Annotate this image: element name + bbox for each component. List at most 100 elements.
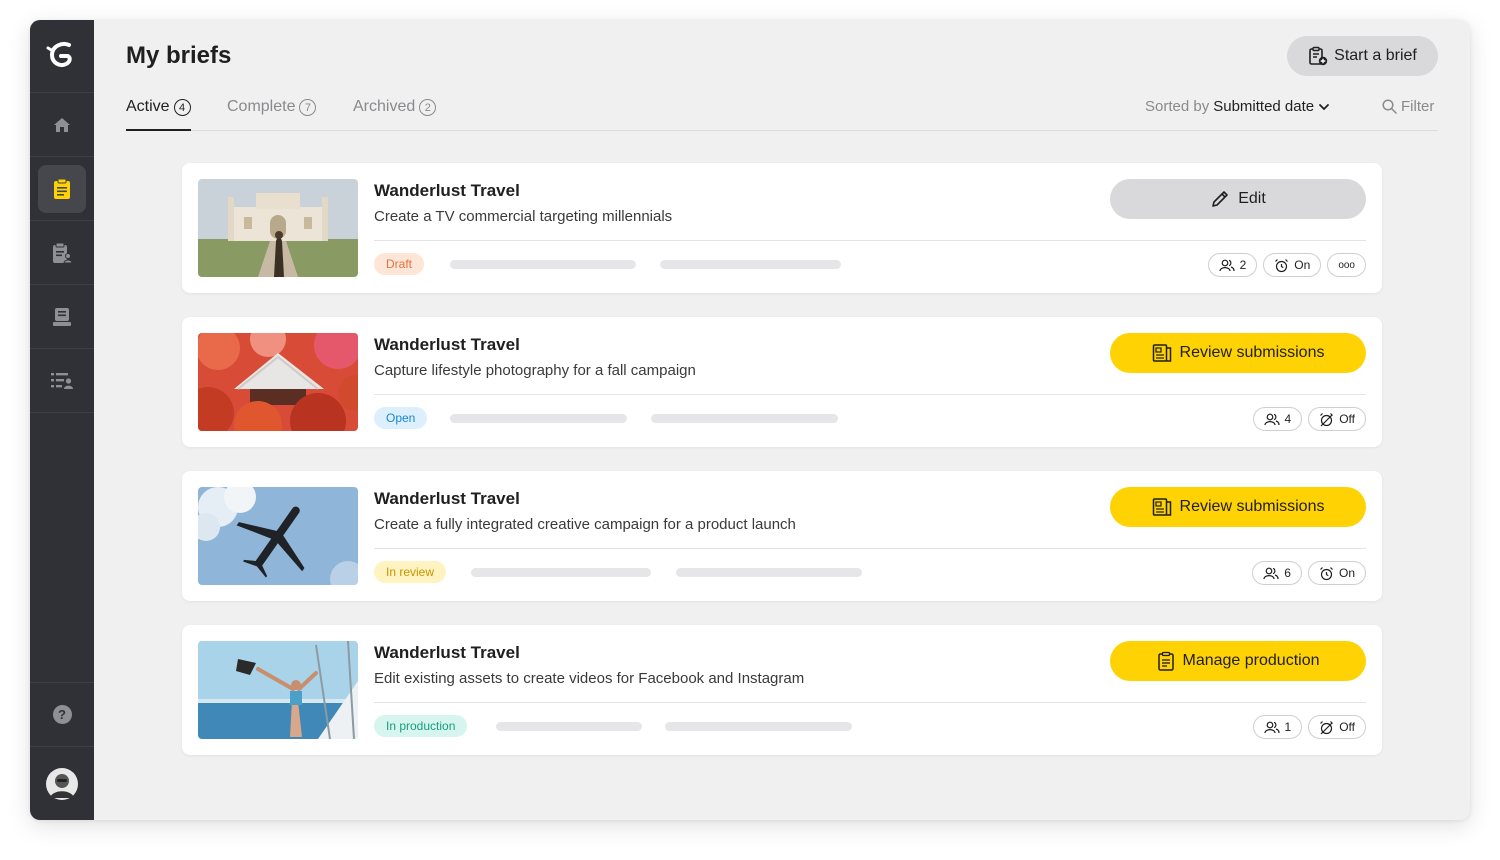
sidebar-item-home[interactable] <box>30 93 94 157</box>
brief-thumbnail-boat <box>198 641 358 739</box>
review-submissions-button[interactable]: Review submissions <box>1110 487 1366 527</box>
brief-brand: Wanderlust Travel <box>374 643 520 662</box>
placeholder-bar <box>450 260 636 269</box>
brief-description: Create a fully integrated creative campa… <box>374 516 796 533</box>
more-options-button[interactable]: ooo <box>1327 253 1366 277</box>
alarm-off-icon <box>1320 720 1334 734</box>
sidebar-item-help[interactable]: ? <box>30 682 94 747</box>
sidebar-item-briefs[interactable] <box>30 157 94 221</box>
brief-thumbnail-palace <box>198 179 358 277</box>
tab-active[interactable]: Active 4 <box>126 98 191 131</box>
logo-icon <box>46 42 72 67</box>
collaborators-pill[interactable]: 4 <box>1252 407 1303 431</box>
inbox-icon <box>53 307 71 326</box>
pencil-icon <box>1212 191 1229 207</box>
manage-production-button[interactable]: Manage production <box>1110 641 1366 681</box>
review-submissions-label: Review submissions <box>1179 344 1325 361</box>
brief-brand: Wanderlust Travel <box>374 489 520 508</box>
help-icon: ? <box>52 705 72 724</box>
brief-thumbnail-airplane <box>198 487 358 585</box>
tab-count-badge: 7 <box>299 99 317 116</box>
brief-brand: Wanderlust Travel <box>374 335 520 354</box>
clipboard-add-icon <box>1309 46 1328 66</box>
placeholder-bar <box>651 414 838 423</box>
placeholder-bar <box>450 414 627 423</box>
tab-archived[interactable]: Archived 2 <box>353 98 437 131</box>
status-badge: In production <box>374 715 468 737</box>
users-icon <box>1263 721 1280 733</box>
edit-button-label: Edit <box>1238 190 1266 207</box>
brief-card[interactable]: Wanderlust Travel Capture lifestyle phot… <box>182 317 1382 447</box>
collaborators-pill[interactable]: 2 <box>1207 253 1258 277</box>
submissions-icon <box>1152 498 1171 516</box>
status-badge: Draft <box>374 253 425 275</box>
collaborators-count: 1 <box>1284 720 1292 734</box>
review-submissions-button[interactable]: Review submissions <box>1110 333 1366 373</box>
more-options-icon: ooo <box>1338 259 1355 271</box>
search-icon <box>1382 99 1397 114</box>
sort-value: Submitted date <box>1213 98 1315 115</box>
card-divider <box>374 240 1366 241</box>
filter-button[interactable]: Filter <box>1382 98 1434 115</box>
placeholder-bar <box>660 260 841 269</box>
placeholder-bar <box>665 722 852 731</box>
brief-meta: 4 Off <box>1252 407 1366 431</box>
alarm-pill[interactable]: On <box>1263 253 1322 277</box>
alarm-status: Off <box>1339 412 1355 426</box>
alarm-status: On <box>1338 566 1355 580</box>
alarm-pill[interactable]: Off <box>1308 407 1366 431</box>
tab-count-badge: 2 <box>419 99 437 116</box>
sidebar: ? <box>30 20 94 820</box>
edit-button[interactable]: Edit <box>1110 179 1366 219</box>
sidebar-item-talent-list[interactable] <box>30 349 94 413</box>
collaborators-pill[interactable]: 1 <box>1252 715 1303 739</box>
start-brief-button[interactable]: Start a brief <box>1287 36 1438 76</box>
brief-description: Edit existing assets to create videos fo… <box>374 670 805 687</box>
tab-label: Archived <box>353 98 416 115</box>
collaborators-count: 2 <box>1239 258 1247 272</box>
sidebar-item-inbox[interactable] <box>30 285 94 349</box>
filter-label: Filter <box>1401 98 1435 115</box>
tab-complete[interactable]: Complete 7 <box>227 98 317 131</box>
logo[interactable] <box>30 20 94 93</box>
card-divider <box>374 394 1366 395</box>
sidebar-item-assigned-briefs[interactable] <box>30 221 94 285</box>
card-divider <box>374 548 1366 549</box>
collaborators-count: 4 <box>1284 412 1292 426</box>
sort-dropdown[interactable]: Sorted by Submitted date <box>1145 98 1330 115</box>
sidebar-active-highlight <box>38 164 86 213</box>
users-icon <box>1263 567 1279 579</box>
brief-meta: 2 On ooo <box>1207 253 1366 277</box>
alarm-status: Off <box>1339 720 1355 734</box>
alarm-clock-icon <box>1275 258 1289 272</box>
alarm-pill[interactable]: Off <box>1308 715 1366 739</box>
brief-card[interactable]: Wanderlust Travel Edit existing assets t… <box>182 625 1382 755</box>
alarm-clock-icon <box>1320 566 1333 580</box>
collaborators-pill[interactable]: 6 <box>1252 561 1302 585</box>
users-icon <box>1263 413 1280 425</box>
collaborators-count: 6 <box>1284 566 1291 580</box>
main-content: My briefs Start a brief Active 4 Complet… <box>94 20 1470 820</box>
placeholder-bar <box>471 568 651 577</box>
tab-count-badge: 4 <box>173 99 191 116</box>
brief-description: Capture lifestyle photography for a fall… <box>374 362 696 379</box>
users-icon <box>1219 259 1235 271</box>
alarm-pill[interactable]: On <box>1307 561 1366 585</box>
brief-card[interactable]: Wanderlust Travel Create a fully integra… <box>182 471 1382 601</box>
tab-label: Complete <box>227 98 296 115</box>
alarm-off-icon <box>1320 412 1334 426</box>
brief-meta: 1 Off <box>1252 715 1366 739</box>
sidebar-item-profile[interactable] <box>30 747 94 820</box>
app-window: ? My briefs Start a brief Active 4 Compl… <box>30 20 1470 820</box>
sort-prefix: Sorted by <box>1145 98 1210 115</box>
status-badge: Open <box>374 407 428 429</box>
brief-description: Create a TV commercial targeting millenn… <box>374 208 673 225</box>
avatar <box>46 767 78 800</box>
review-submissions-label: Review submissions <box>1179 498 1325 515</box>
clipboard-user-icon <box>53 242 72 263</box>
card-divider <box>374 702 1366 703</box>
brief-thumbnail-autumn-temple <box>198 333 358 431</box>
brief-card[interactable]: Wanderlust Travel Create a TV commercial… <box>182 163 1382 293</box>
chevron-down-icon <box>1319 103 1330 110</box>
start-brief-label: Start a brief <box>1334 47 1417 64</box>
